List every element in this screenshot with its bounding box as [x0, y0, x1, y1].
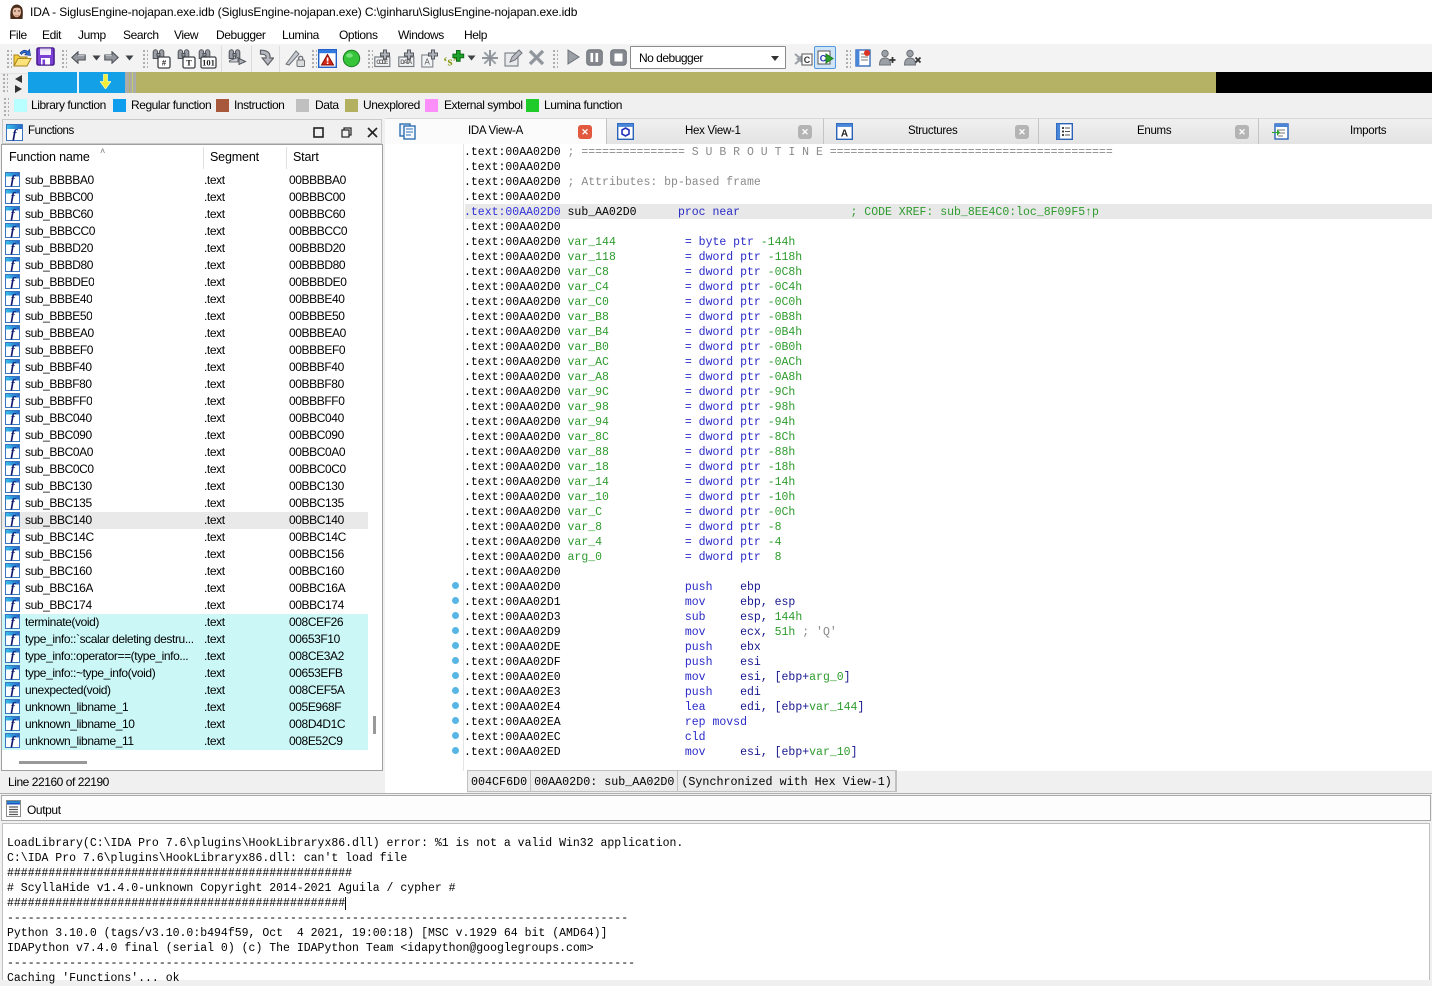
svg-text:101: 101 — [202, 58, 215, 68]
svg-text:T: T — [186, 58, 192, 68]
svg-text:DATA: DATA — [400, 60, 413, 66]
svg-text:A: A — [841, 129, 848, 140]
svg-text:A: A — [425, 58, 431, 67]
svg-text:CODE: CODE — [376, 60, 388, 66]
svg-text:C: C — [804, 55, 811, 65]
